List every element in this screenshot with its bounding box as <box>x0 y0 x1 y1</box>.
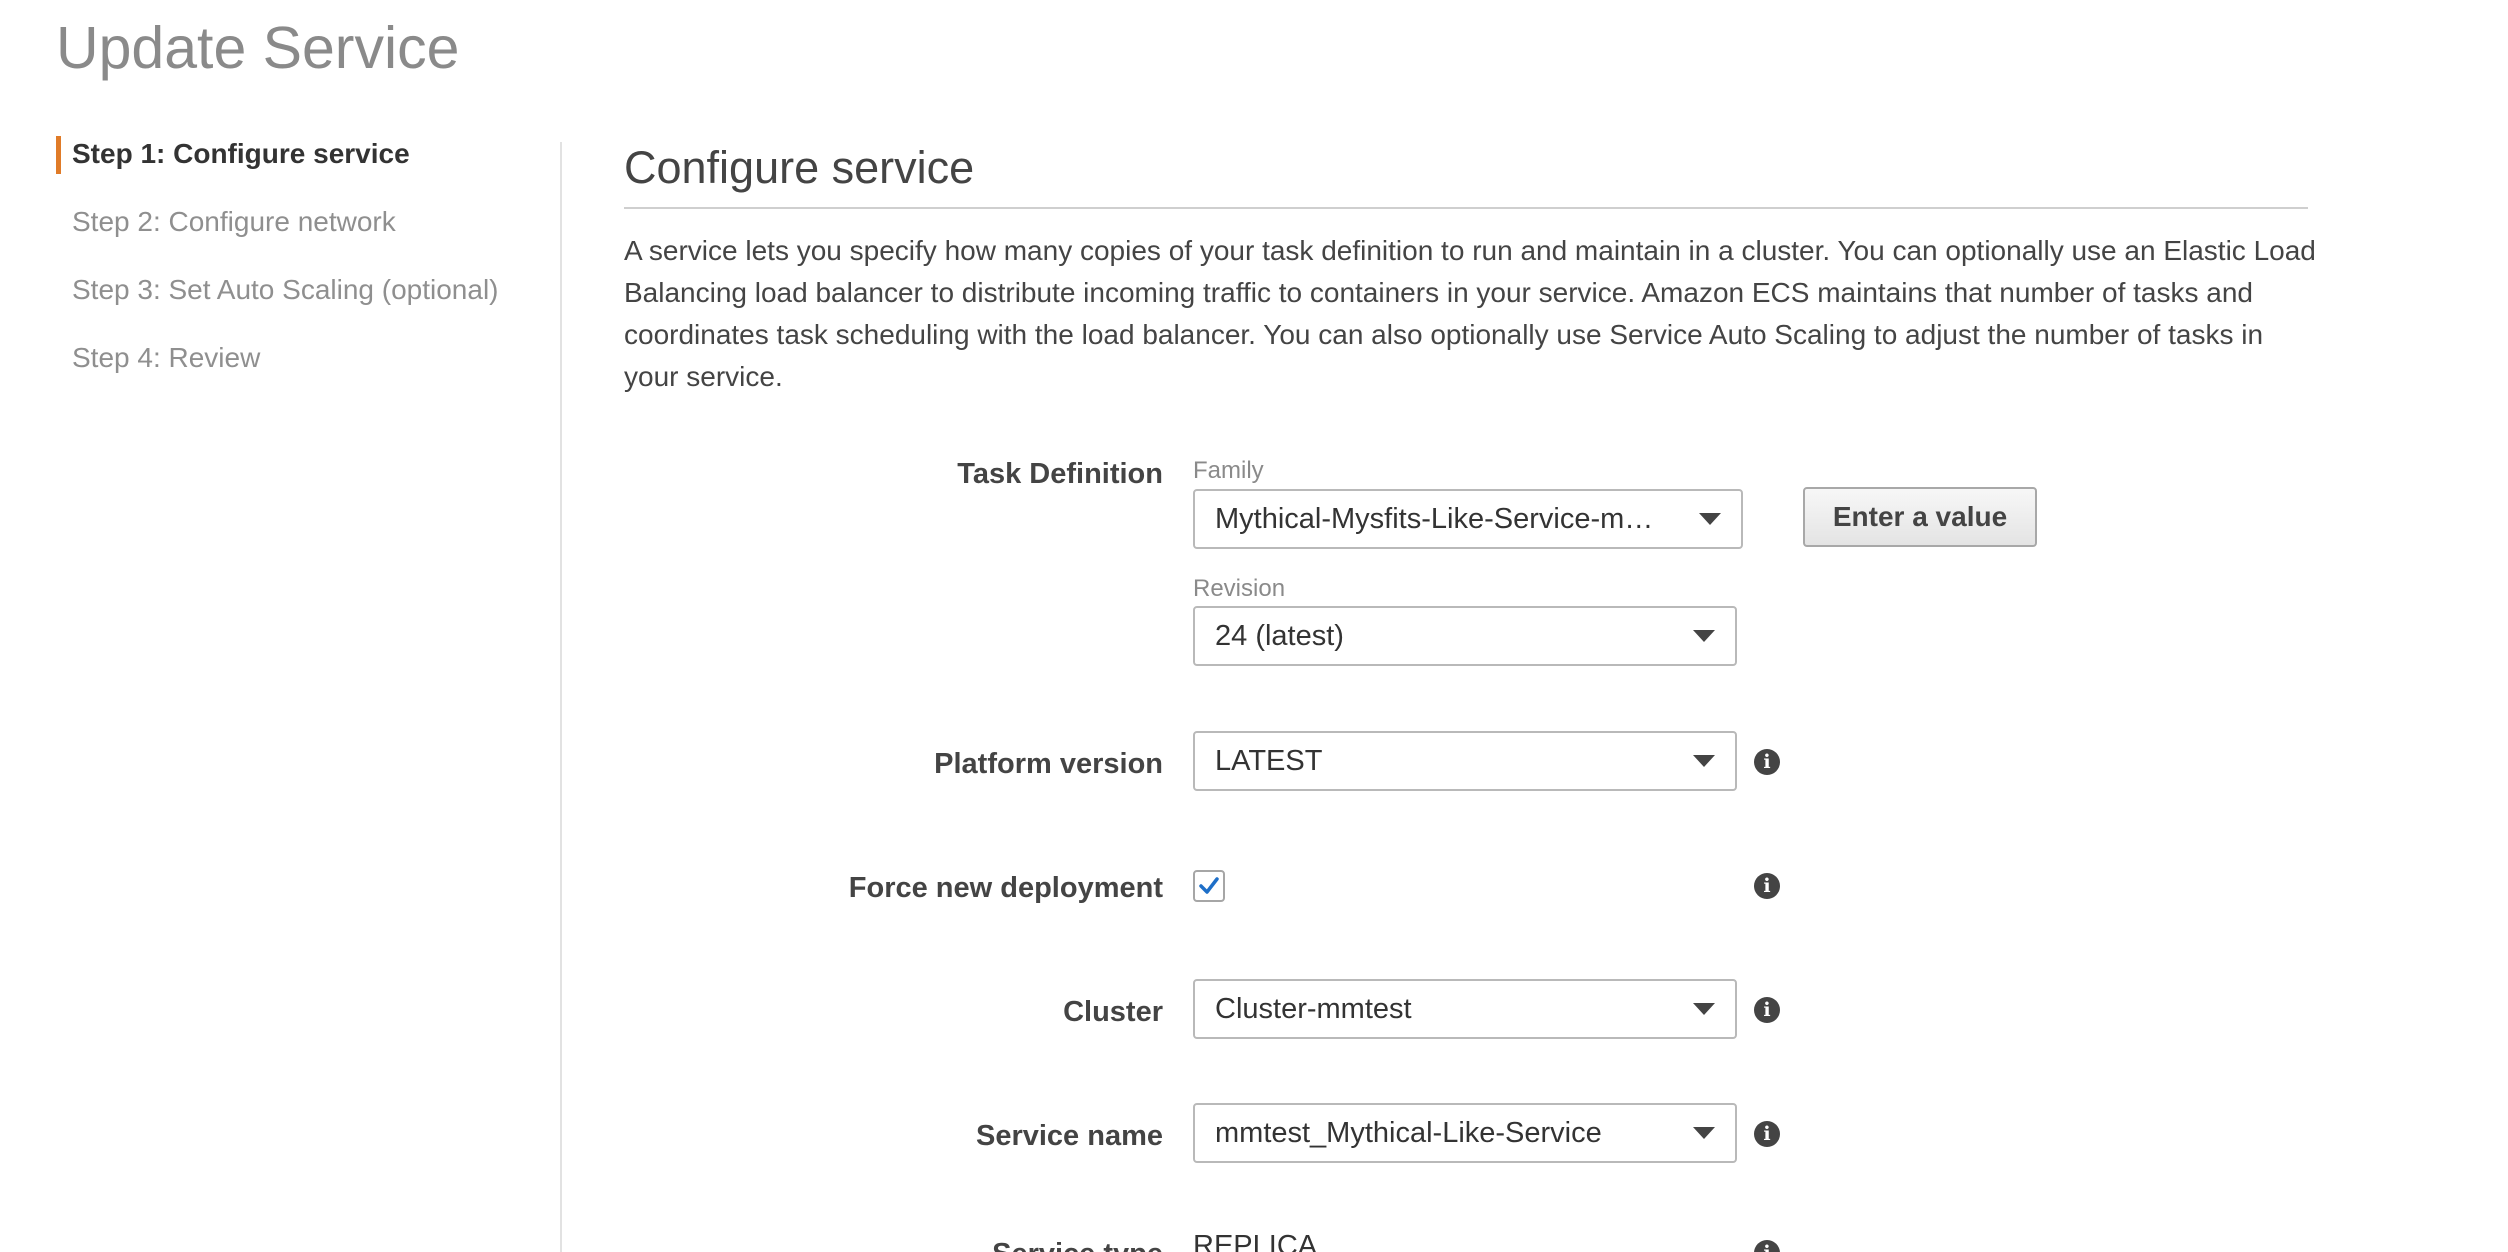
platform-version-value: LATEST <box>1215 745 1323 777</box>
revision-select-value: 24 (latest) <box>1215 620 1344 652</box>
section-title: Configure service <box>624 142 975 193</box>
service-name-select[interactable]: mmtest_Mythical-Like-Service <box>1193 1103 1737 1163</box>
task-definition-label: Task Definition <box>957 458 1163 490</box>
caret-down-icon <box>1693 755 1715 767</box>
platform-version-label: Platform version <box>934 748 1163 780</box>
step-nav: Step 1: Configure service Step 2: Config… <box>56 134 536 406</box>
cluster-label: Cluster <box>1063 996 1163 1028</box>
family-select-value: Mythical-Mysfits-Like-Service-mmtest <box>1215 503 1675 535</box>
page-title: Update Service <box>56 15 460 81</box>
section-description: A service lets you specify how many copi… <box>624 235 2316 392</box>
update-service-page: Update Service Step 1: Configure service… <box>0 0 2508 1252</box>
info-icon[interactable]: i <box>1754 1121 1780 1147</box>
caret-down-icon <box>1699 513 1721 525</box>
cluster-value: Cluster-mmtest <box>1215 993 1412 1025</box>
step-configure-network[interactable]: Step 2: Configure network <box>56 202 536 270</box>
section-divider <box>624 207 2308 209</box>
force-new-deployment-label: Force new deployment <box>848 872 1163 904</box>
step-review[interactable]: Step 4: Review <box>56 338 536 406</box>
service-name-value: mmtest_Mythical-Like-Service <box>1215 1117 1602 1149</box>
revision-label: Revision <box>1193 575 1286 602</box>
step-configure-service[interactable]: Step 1: Configure service <box>56 134 536 202</box>
family-select[interactable]: Mythical-Mysfits-Like-Service-mmtest <box>1193 489 1743 549</box>
cluster-select[interactable]: Cluster-mmtest <box>1193 979 1737 1039</box>
info-icon[interactable]: i <box>1754 997 1780 1023</box>
step-set-auto-scaling[interactable]: Step 3: Set Auto Scaling (optional) <box>56 270 536 338</box>
caret-down-icon <box>1693 630 1715 642</box>
revision-select[interactable]: 24 (latest) <box>1193 606 1737 666</box>
service-type-label: Service type <box>992 1238 1163 1252</box>
force-new-deployment-checkbox[interactable] <box>1193 870 1225 902</box>
platform-version-select[interactable]: LATEST <box>1193 731 1737 791</box>
service-name-label: Service name <box>975 1120 1163 1152</box>
enter-a-value-button[interactable]: Enter a value <box>1803 487 2037 547</box>
nav-divider <box>560 142 562 1252</box>
service-type-value: REPLICA <box>1193 1230 1318 1252</box>
caret-down-icon <box>1693 1127 1715 1139</box>
info-icon[interactable]: i <box>1754 749 1780 775</box>
caret-down-icon <box>1693 1003 1715 1015</box>
family-label: Family <box>1193 457 1264 484</box>
checkmark-icon <box>1199 877 1219 894</box>
info-icon[interactable]: i <box>1754 873 1780 899</box>
